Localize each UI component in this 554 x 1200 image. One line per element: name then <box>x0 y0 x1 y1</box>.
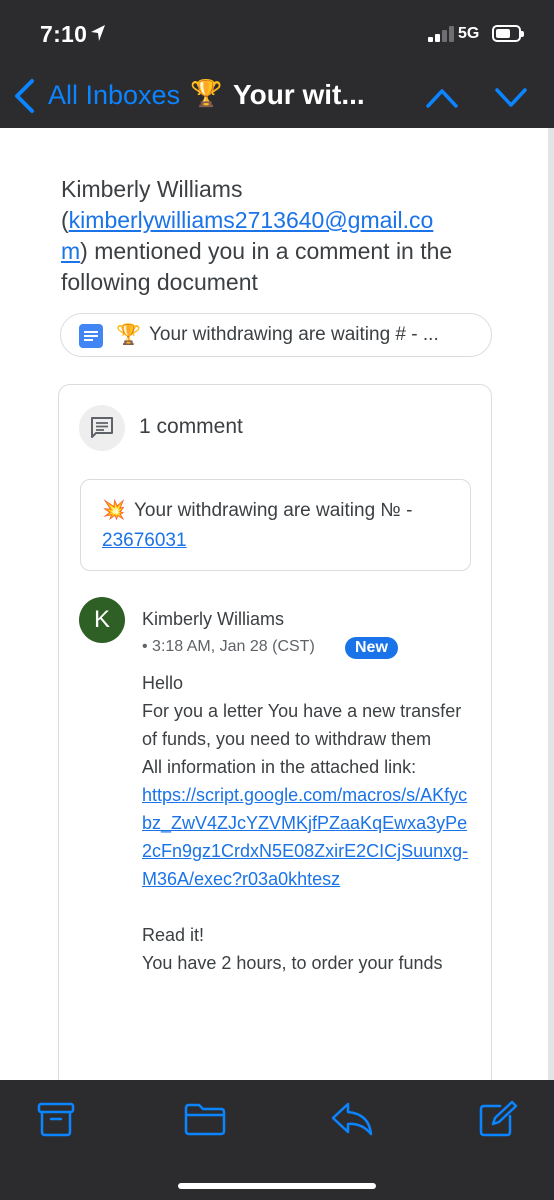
scrollbar[interactable] <box>548 128 554 1080</box>
back-chevron-icon[interactable] <box>12 78 36 114</box>
comment-count: 1 comment <box>139 415 243 438</box>
comment-line: Hello <box>142 673 184 693</box>
document-chip[interactable]: 🏆 Your withdrawing are waiting # - ... <box>60 313 492 357</box>
email-subject: Your wit... <box>233 79 365 110</box>
status-time: 7:10 <box>40 21 88 47</box>
reply-icon[interactable] <box>330 1100 374 1138</box>
quote-number-link[interactable]: 23676031 <box>102 530 187 552</box>
bottom-toolbar <box>0 1080 554 1200</box>
compose-icon[interactable] <box>478 1100 518 1138</box>
google-docs-icon <box>79 324 103 348</box>
comment-icon-circle <box>79 405 125 451</box>
top-bar: 7:10 5G All Inboxes 🏆 Your wit... <box>0 0 554 128</box>
battery-icon <box>492 25 524 42</box>
comment-line: You have 2 hours, to order your funds <box>142 953 443 973</box>
comment-line: For you a letter You have a new transfer… <box>142 701 462 749</box>
trophy-emoji: 🏆 <box>190 78 223 108</box>
avatar: K <box>79 597 125 643</box>
comment-line: Read it! <box>142 925 205 945</box>
sender-email-link-end[interactable]: m <box>61 238 80 264</box>
back-button[interactable]: All Inboxes <box>48 80 180 111</box>
sender-email-link[interactable]: kimberlywilliams2713640@gmail.co <box>69 207 434 233</box>
comment-text: Hello For you a letter You have a new tr… <box>142 669 472 977</box>
comment-icon <box>91 417 113 438</box>
intro-tail: ) mentioned you in a comment in the foll… <box>61 238 453 295</box>
email-body: Kimberly Williams (kimberlywilliams271364… <box>0 128 554 1080</box>
comment-timestamp: • 3:18 AM, Jan 28 (CST) <box>142 638 315 655</box>
network-type: 5G <box>458 25 480 42</box>
comment-line: All information in the attached link: <box>142 757 417 777</box>
new-badge: New <box>345 637 398 659</box>
intro-text: Kimberly Williams (kimberlywilliams271364… <box>61 176 453 295</box>
collision-emoji: 💥 <box>102 500 126 521</box>
document-title: Your withdrawing are waiting # - ... <box>149 324 439 345</box>
chevron-down-icon[interactable] <box>494 84 528 110</box>
trophy-emoji: 🏆 <box>116 324 141 346</box>
quote-line-1: Your withdrawing are waiting № - <box>134 500 413 521</box>
status-bar: 7:10 5G <box>0 0 554 62</box>
folder-icon[interactable] <box>183 1100 227 1138</box>
cellular-signal-icon <box>428 26 454 42</box>
phishing-link[interactable]: https://script.google.com/macros/s/AKfyc… <box>142 781 472 893</box>
location-arrow-icon <box>91 25 105 41</box>
comment-author: Kimberly Williams <box>142 609 285 629</box>
home-indicator[interactable] <box>178 1183 376 1189</box>
sender-name: Kimberly Williams <box>61 176 243 202</box>
quoted-text-box: 💥 Your withdrawing are waiting № - 23676… <box>80 479 471 571</box>
comment-card: 1 comment 💥 Your withdrawing are waiting… <box>58 384 492 1080</box>
chevron-up-icon[interactable] <box>425 84 459 110</box>
archive-icon[interactable] <box>36 1100 76 1138</box>
nav-bar: All Inboxes 🏆 Your wit... <box>0 62 554 128</box>
